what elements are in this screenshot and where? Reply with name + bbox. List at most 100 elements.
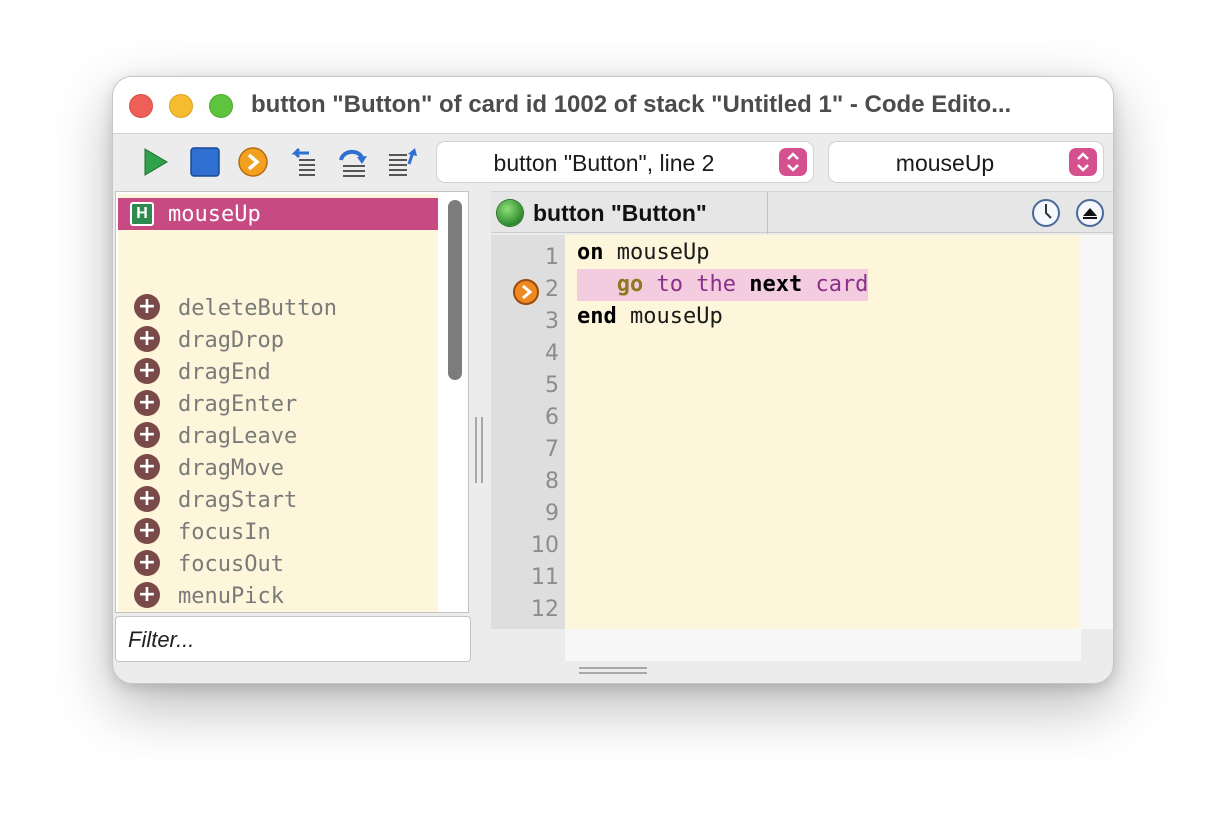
code-keyword: next — [749, 272, 803, 297]
step-over-icon — [339, 149, 367, 177]
message-label: focusIn — [178, 520, 271, 545]
title-bar: button "Button" of card id 1002 of stack… — [113, 77, 1113, 134]
add-handler-icon: + — [134, 550, 160, 576]
line-number: 4 — [545, 341, 559, 366]
format-icon — [389, 148, 417, 176]
code-line-2: go to the next card — [577, 269, 869, 301]
line-number: 7 — [545, 437, 559, 462]
header-separator — [767, 192, 768, 234]
collapse-up-icon[interactable] — [1075, 198, 1105, 228]
status-ok-icon — [497, 200, 523, 226]
code-area[interactable]: on mouseUp go to the next card end mouse… — [565, 235, 1079, 629]
code-command: go — [616, 272, 644, 297]
scroll-thumb[interactable] — [448, 200, 462, 380]
close-button[interactable] — [129, 94, 153, 118]
message-label: focusOut — [178, 552, 284, 577]
step-into-icon — [238, 147, 268, 177]
add-handler-icon: + — [134, 422, 160, 448]
format-button[interactable] — [387, 146, 419, 178]
list-item[interactable]: + dragEnd — [118, 356, 438, 388]
message-select-value: mouseUp — [895, 150, 995, 176]
list-item[interactable]: + deleteButton — [118, 292, 438, 324]
code-text: to the — [643, 272, 750, 297]
handler-select[interactable]: button "Button", line 2 — [437, 142, 813, 182]
add-handler-icon: + — [134, 518, 160, 544]
handler-list-panel: H mouseUp + deleteButton + dragDrop + dragE… — [115, 191, 469, 613]
code-keyword: end — [577, 304, 617, 329]
resize-grip-handle[interactable] — [579, 667, 647, 675]
message-select[interactable]: mouseUp — [829, 142, 1103, 182]
code-editor-window: button "Button" of card id 1002 of stack… — [112, 76, 1114, 684]
window-title: button "Button" of card id 1002 of stack… — [251, 91, 1012, 118]
step-out-icon — [291, 147, 315, 176]
add-handler-icon: + — [134, 486, 160, 512]
maximize-button[interactable] — [209, 94, 233, 118]
filter-input[interactable] — [126, 625, 460, 655]
history-clock-icon[interactable] — [1031, 198, 1061, 228]
add-handler-icon: + — [134, 326, 160, 352]
code-text: card — [802, 272, 869, 297]
updown-arrows-icon — [779, 148, 807, 176]
step-into-button[interactable] — [237, 146, 269, 178]
add-handler-icon: + — [134, 454, 160, 480]
line-number: 10 — [531, 533, 559, 558]
add-handler-icon: + — [134, 294, 160, 320]
code-horizontal-scrollbar[interactable] — [565, 629, 1081, 661]
message-label: dragLeave — [178, 424, 298, 449]
list-item[interactable]: + dragEnter — [118, 388, 438, 420]
message-label: dragEnd — [178, 360, 271, 385]
minimize-button[interactable] — [169, 94, 193, 118]
filter-field[interactable] — [115, 616, 471, 662]
list-item[interactable]: + focusOut — [118, 548, 438, 580]
code-line-1: on mouseUp — [577, 237, 709, 269]
updown-arrows-icon — [1069, 148, 1097, 176]
line-number: 12 — [531, 597, 559, 622]
line-number: 1 — [545, 245, 559, 270]
stop-button[interactable] — [189, 146, 221, 178]
list-item[interactable]: + dragDrop — [118, 324, 438, 356]
list-item[interactable]: + dragLeave — [118, 420, 438, 452]
message-label: dragEnter — [178, 392, 298, 417]
line-number: 3 — [545, 309, 559, 334]
code-line-3: end mouseUp — [577, 301, 723, 333]
handler-select-value: button "Button", line 2 — [493, 150, 715, 176]
handler-item-mouseup[interactable]: H mouseUp — [118, 198, 438, 230]
line-number: 6 — [545, 405, 559, 430]
run-icon — [144, 148, 168, 176]
line-number-gutter: 1 2 3 4 5 6 7 8 9 10 11 12 — [491, 235, 565, 629]
stop-icon — [190, 147, 220, 177]
code-keyword: on — [577, 240, 604, 265]
list-item[interactable]: + dragStart — [118, 484, 438, 516]
message-label: menuPick — [178, 584, 284, 609]
message-label: dragMove — [178, 456, 284, 481]
handler-list-scrollbar[interactable] — [442, 194, 466, 610]
handler-label: mouseUp — [168, 202, 261, 227]
add-handler-icon: + — [134, 582, 160, 608]
handler-list: H mouseUp + deleteButton + dragDrop + dragE… — [118, 194, 438, 612]
split-divider-handle[interactable] — [473, 417, 485, 483]
editor-header: button "Button" — [491, 191, 1113, 234]
code-text: mouseUp — [603, 240, 710, 265]
message-label: dragStart — [178, 488, 298, 513]
line-number: 11 — [531, 565, 559, 590]
line-number: 5 — [545, 373, 559, 398]
line-number: 9 — [545, 501, 559, 526]
add-handler-icon: + — [134, 358, 160, 384]
step-out-button[interactable] — [287, 146, 319, 178]
list-item[interactable]: + focusIn — [118, 516, 438, 548]
line-number: 8 — [545, 469, 559, 494]
step-over-button[interactable] — [337, 146, 369, 178]
code-text: mouseUp — [616, 304, 723, 329]
editor-object-title: button "Button" — [533, 200, 707, 226]
run-button[interactable] — [139, 146, 171, 178]
code-vertical-scrollbar[interactable] — [1079, 235, 1113, 629]
toolbar: button "Button", line 2 mouseUp — [113, 134, 1113, 190]
message-label: deleteButton — [178, 296, 337, 321]
add-handler-icon: + — [134, 390, 160, 416]
list-item[interactable]: + dragMove — [118, 452, 438, 484]
handler-icon: H — [130, 202, 154, 226]
breakpoint-icon[interactable] — [513, 279, 539, 305]
list-item[interactable]: + menuPick — [118, 580, 438, 612]
message-label: dragDrop — [178, 328, 284, 353]
